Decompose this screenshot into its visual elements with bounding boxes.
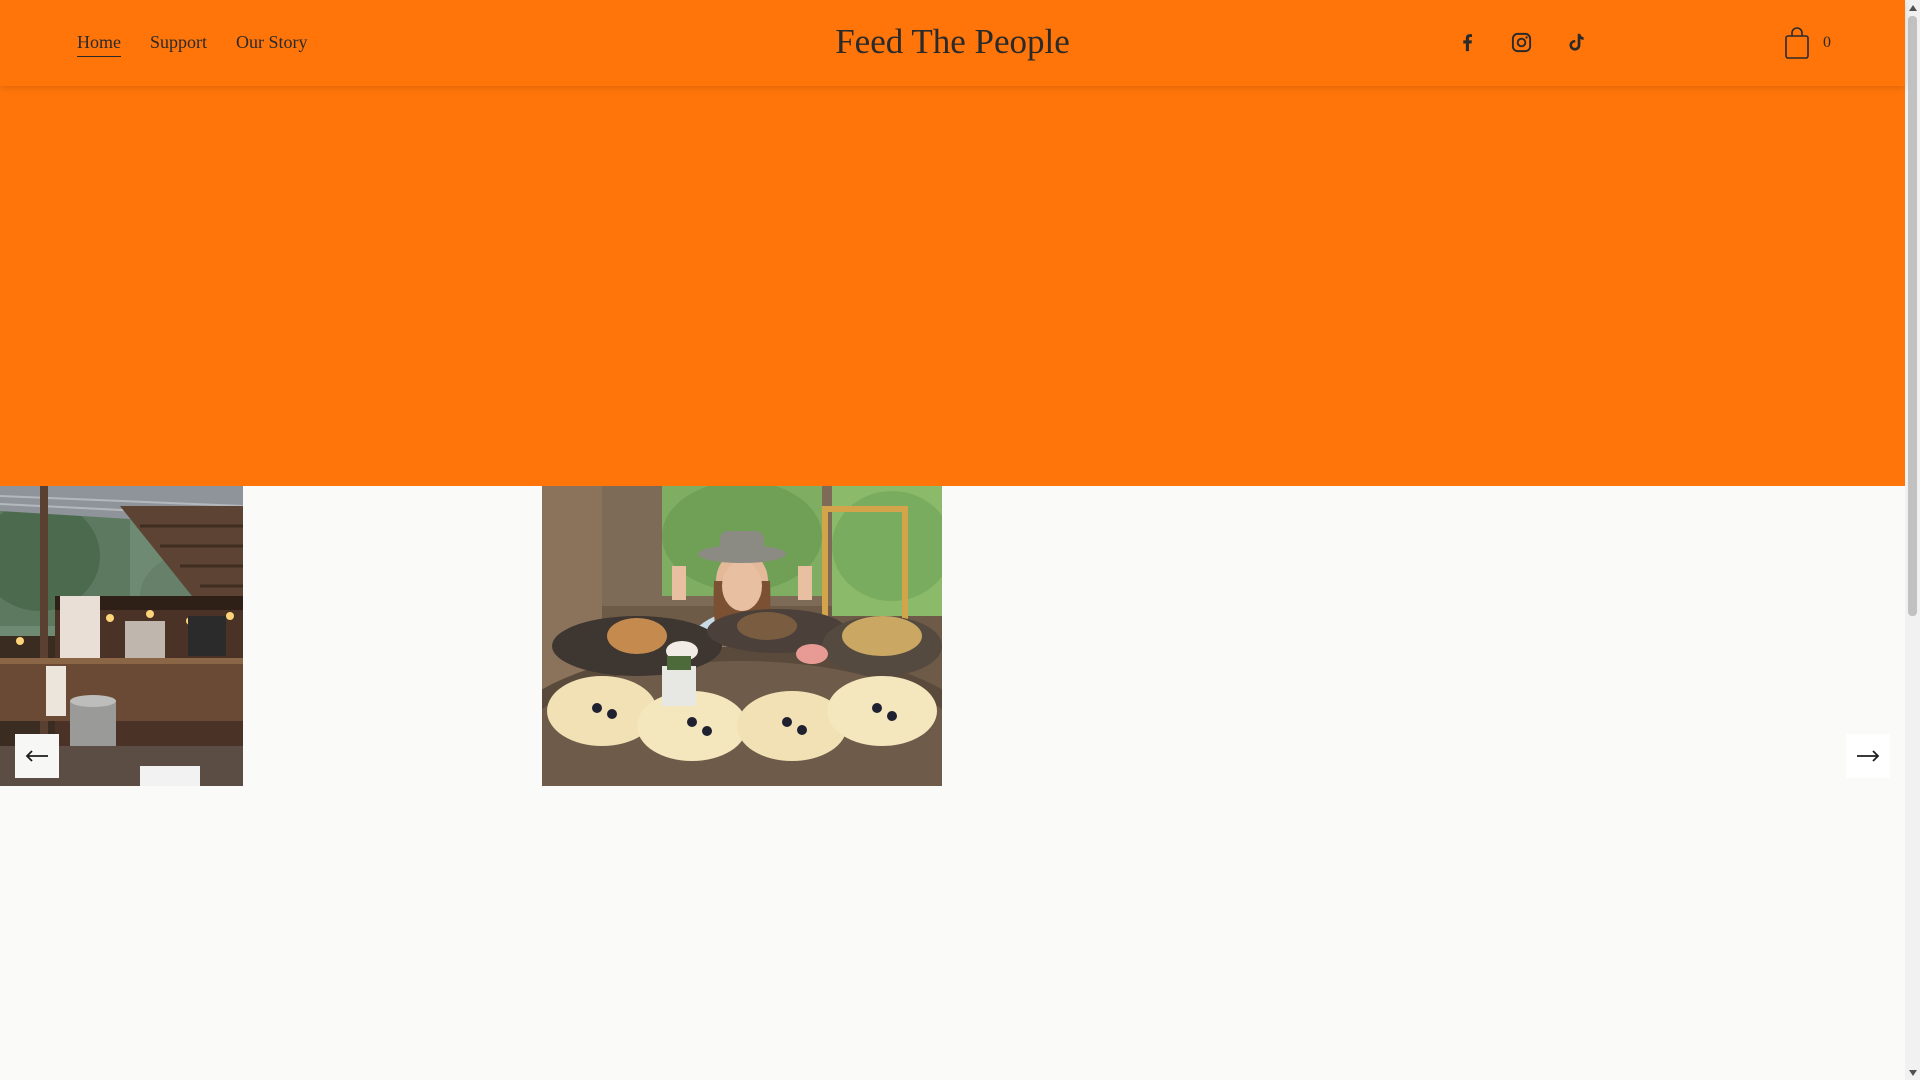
- nav-support-link[interactable]: Support: [150, 30, 207, 57]
- cart-button[interactable]: 0: [1783, 26, 1831, 60]
- shopping-bag-icon: [1785, 27, 1809, 59]
- social-links: [1456, 31, 1587, 54]
- hero-banner: [0, 86, 1905, 486]
- site-title[interactable]: Feed The People: [835, 22, 1070, 61]
- scroll-up-icon[interactable]: [1905, 0, 1920, 15]
- page: Home Support Our Story Feed The People 0: [0, 0, 1920, 1080]
- scroll-down-icon[interactable]: [1905, 1065, 1920, 1080]
- gallery-prev-button[interactable]: [15, 734, 59, 778]
- nav-our-story-link[interactable]: Our Story: [236, 30, 308, 57]
- arrow-right-icon: [1857, 750, 1880, 762]
- facebook-icon[interactable]: [1456, 31, 1479, 54]
- scrollbar-thumb[interactable]: [1908, 16, 1917, 616]
- tiktok-icon[interactable]: [1564, 31, 1587, 54]
- instagram-icon[interactable]: [1510, 31, 1533, 54]
- nav-home-link[interactable]: Home: [77, 30, 121, 57]
- image-gallery: [0, 486, 1905, 786]
- woman-with-food-platters-photo[interactable]: [542, 486, 942, 786]
- site-header: Home Support Our Story Feed The People 0: [0, 0, 1905, 86]
- gallery-next-button[interactable]: [1846, 734, 1890, 778]
- main-nav: Home Support Our Story: [77, 30, 308, 57]
- cart-count: 0: [1823, 34, 1831, 51]
- arrow-left-icon: [25, 750, 48, 762]
